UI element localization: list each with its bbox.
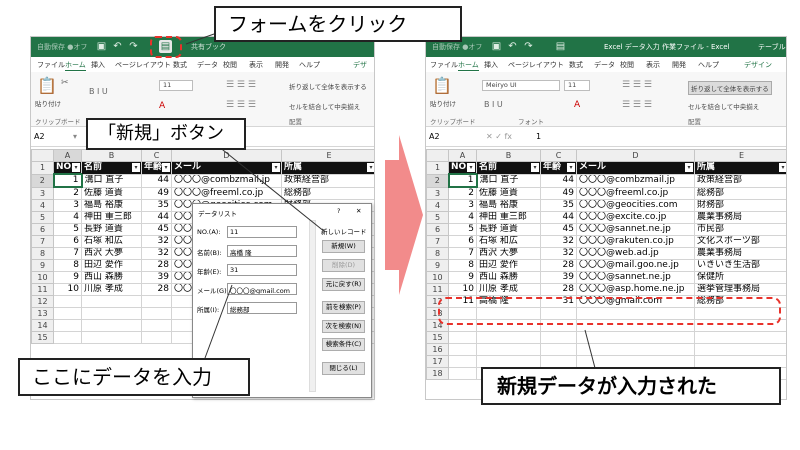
callout-line-result [584, 329, 596, 369]
callout-line-form [185, 33, 215, 45]
callout-line-new [217, 145, 326, 233]
callout-new-button: 「新規」ボタン [86, 118, 246, 150]
callout-enter-data: ここにデータを入力 [18, 358, 250, 396]
callout-form-click: フォームをクリック [214, 6, 462, 42]
callout-line-input [204, 284, 233, 359]
callout-result: 新規データが入力された [481, 367, 781, 405]
